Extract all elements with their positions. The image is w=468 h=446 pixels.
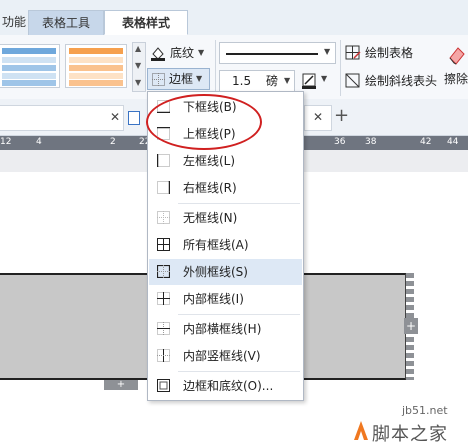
gallery-down-arrow-icon[interactable]: ▼ [135, 62, 141, 70]
ruler-number: 44 [447, 137, 459, 147]
new-tab-plus-icon[interactable]: + [334, 105, 349, 126]
menu-item-inside-vertical-border[interactable]: 内部竖框线(V) [149, 343, 302, 369]
add-column-plus-icon[interactable]: + [404, 318, 418, 334]
border-grid-icon [152, 73, 165, 86]
no-border-icon [157, 211, 170, 224]
draw-diagonal-header-label: 绘制斜线表头 [365, 74, 438, 88]
menu-separator [178, 371, 300, 372]
ruler-number: 38 [365, 137, 377, 147]
border-button[interactable]: 边框 ▼ [147, 68, 210, 90]
ruler-number: 36 [334, 137, 346, 147]
document-tab[interactable]: ✕ [0, 105, 124, 131]
style-gallery-scroller[interactable]: ▲ ▼ ▼ [132, 42, 146, 92]
menu-separator [178, 203, 300, 204]
line-style-select[interactable]: ▼ [219, 42, 336, 64]
menu-item-right-border[interactable]: 右框线(R) [149, 175, 302, 201]
outside-borders-icon [157, 265, 170, 278]
border-label: 边框 [169, 72, 194, 86]
inside-horizontal-border-icon [157, 322, 170, 335]
ribbon-tab-strip: 功能 表格工具 表格样式 [0, 0, 468, 36]
line-width-select[interactable]: 1.5 磅 ▼ [219, 70, 295, 92]
inside-vertical-border-icon [157, 349, 170, 362]
menu-item-all-borders[interactable]: 所有框线(A) [149, 232, 302, 258]
eraser-button[interactable]: 擦除 [444, 40, 468, 96]
pen-color-dropdown-icon[interactable]: ▼ [321, 74, 327, 83]
menu-item-left-border[interactable]: 左框线(L) [149, 148, 302, 174]
menu-item-label: 所有框线(A) [183, 238, 249, 252]
borders-shading-icon [157, 379, 170, 392]
line-width-unit: 磅 [266, 74, 279, 88]
watermark-site: jb51.net [402, 404, 448, 417]
pen-color-button[interactable]: ▼ [300, 70, 336, 92]
menu-item-label: 外侧框线(S) [183, 265, 248, 279]
close-tab-icon[interactable]: ✕ [110, 110, 120, 124]
table-style-swatch-blue[interactable] [0, 44, 60, 88]
menu-item-label: 右框线(R) [183, 181, 237, 195]
pen-color-icon [302, 73, 316, 89]
menu-separator [178, 314, 300, 315]
ruler-number: 12 [0, 137, 12, 147]
ruler-number: 2 [110, 137, 116, 147]
document-icon [128, 111, 140, 125]
close-tab-icon[interactable]: ✕ [313, 110, 323, 124]
watermark-name: 脚本之家 [372, 424, 448, 445]
table-style-swatch-orange[interactable] [65, 44, 127, 88]
annotation-ellipse [146, 94, 262, 150]
menu-item-inside-horizontal-border[interactable]: 内部横框线(H) [149, 316, 302, 342]
draw-table-button[interactable]: 绘制表格 [345, 42, 435, 64]
tab-functions[interactable]: 功能 [0, 10, 26, 35]
draw-table-label: 绘制表格 [365, 46, 414, 60]
shading-button[interactable]: 底纹 ▼ [150, 42, 210, 64]
ribbon-separator [215, 40, 216, 96]
gallery-more-icon[interactable]: ▼ [135, 79, 141, 87]
menu-item-outside-borders[interactable]: 外侧框线(S) [149, 259, 302, 285]
ruler-number: 42 [420, 137, 432, 147]
line-width-dropdown-icon[interactable]: ▼ [284, 71, 290, 91]
menu-item-label: 边框和底纹(O)... [183, 379, 274, 393]
all-borders-icon [157, 238, 170, 251]
inside-borders-icon [157, 292, 170, 305]
watermark-logo-icon [354, 421, 368, 440]
menu-item-no-border[interactable]: 无框线(N) [149, 205, 302, 231]
line-style-dropdown-icon[interactable]: ▼ [324, 47, 330, 56]
menu-item-label: 无框线(N) [183, 211, 238, 225]
draw-table-icon [345, 45, 361, 60]
paint-bucket-icon [151, 47, 165, 61]
diagonal-header-icon [345, 73, 360, 88]
menu-item-inside-borders[interactable]: 内部框线(I) [149, 286, 302, 312]
line-width-value: 1.5 [232, 74, 252, 88]
menu-item-label: 左框线(L) [183, 154, 236, 168]
left-border-icon [157, 154, 170, 167]
line-style-preview [226, 53, 318, 55]
shading-label: 底纹 [170, 46, 195, 60]
eraser-icon [449, 47, 465, 65]
shading-dropdown-icon[interactable]: ▼ [198, 42, 204, 64]
tab-table-tools[interactable]: 表格工具 [28, 10, 104, 35]
ribbon-separator [340, 40, 341, 96]
right-border-icon [157, 181, 170, 194]
menu-item-label: 内部框线(I) [183, 292, 244, 306]
eraser-label: 擦除 [444, 72, 468, 86]
tab-table-style[interactable]: 表格样式 [104, 10, 188, 35]
document-tab-2[interactable]: ✕ [304, 105, 332, 131]
menu-item-borders-and-shading[interactable]: 边框和底纹(O)... [149, 373, 302, 399]
menu-item-label: 内部横框线(H) [183, 322, 262, 336]
border-dropdown-icon[interactable]: ▼ [196, 68, 202, 90]
gallery-up-arrow-icon[interactable]: ▲ [135, 45, 141, 53]
menu-item-label: 内部竖框线(V) [183, 349, 261, 363]
ruler-number: 4 [36, 137, 42, 147]
draw-diagonal-header-button[interactable]: 绘制斜线表头 [345, 70, 445, 92]
add-row-plus-icon[interactable]: + [104, 380, 138, 390]
